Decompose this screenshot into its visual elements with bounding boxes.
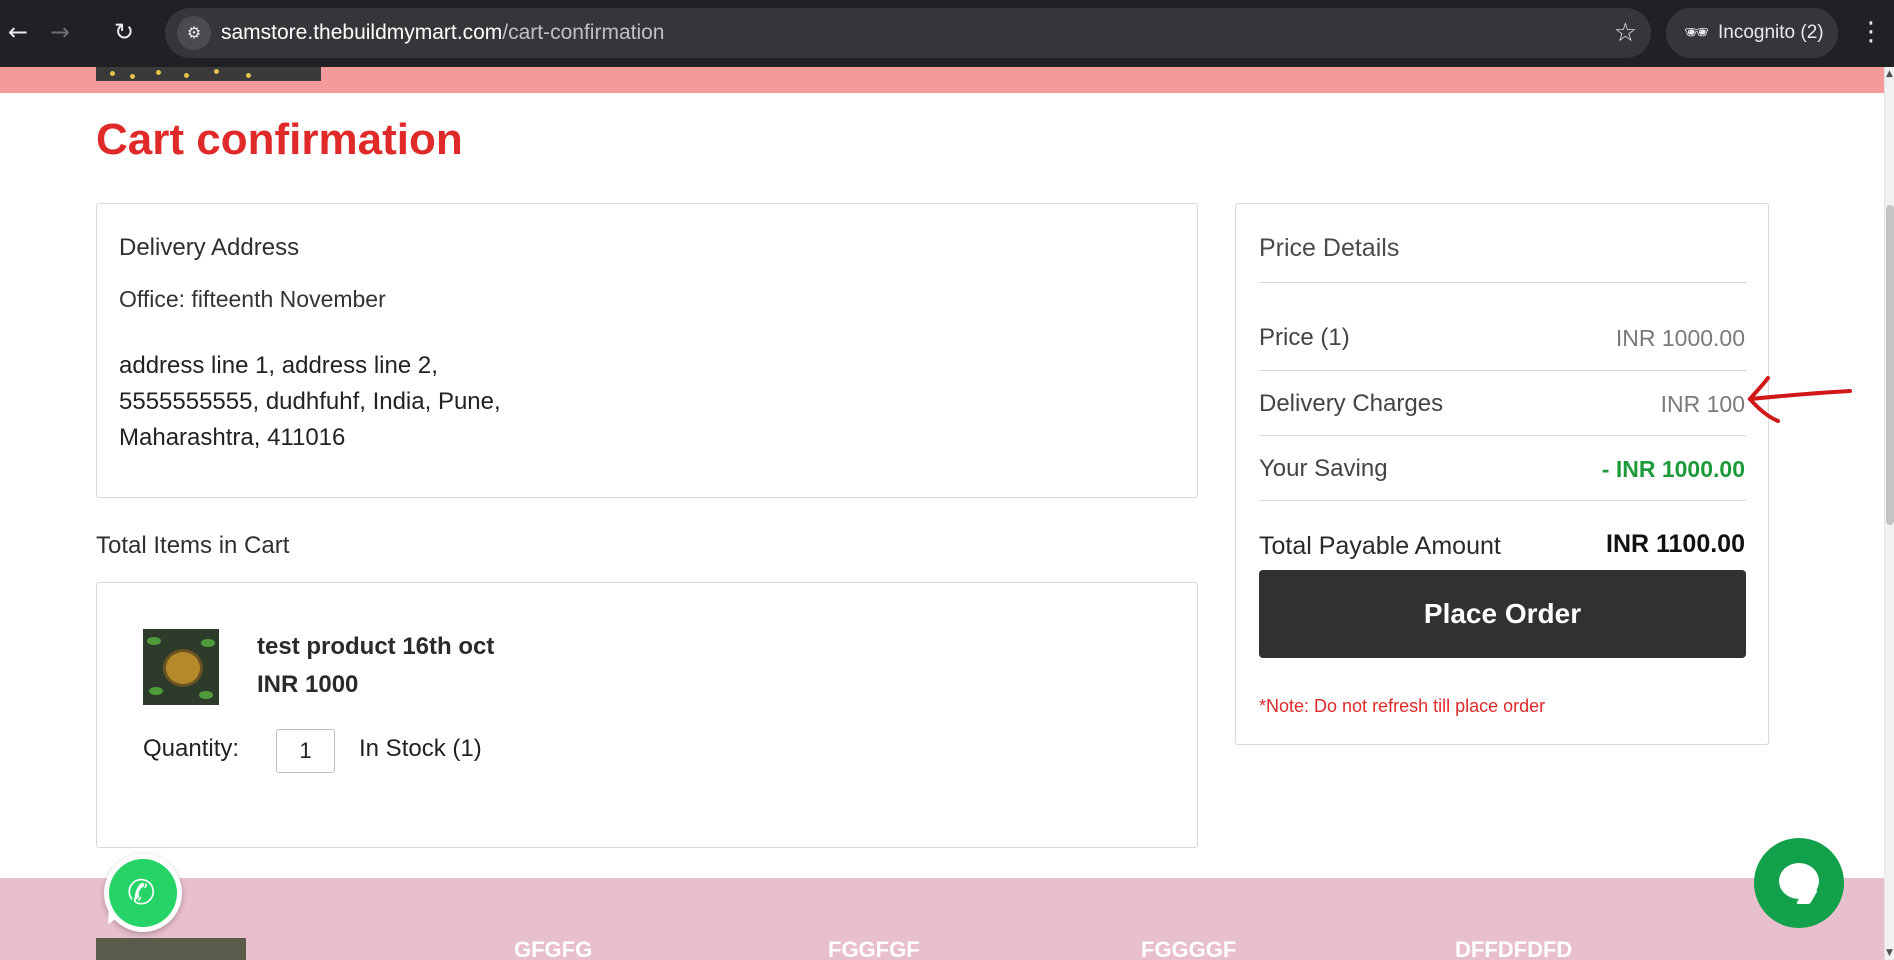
delivery-address-card: Delivery Address Office: fifteenth Novem… <box>96 203 1198 498</box>
address-bar[interactable]: ⚙ samstore.thebuildmymart.com/cart-confi… <box>165 8 1651 58</box>
browser-toolbar: ← → ↻ ⚙ samstore.thebuildmymart.com/cart… <box>0 0 1894 67</box>
product-price: INR 1000 <box>257 671 359 698</box>
incognito-icon: 🕶 <box>1684 22 1710 44</box>
address-line-2: 5555555555, dudhfuhf, India, Pune, <box>119 388 501 415</box>
place-order-button[interactable]: Place Order <box>1259 570 1746 658</box>
incognito-button[interactable]: 🕶 Incognito (2) <box>1666 8 1838 58</box>
scroll-thumb[interactable] <box>1886 205 1894 525</box>
address-line-3: Maharashtra, 411016 <box>119 424 346 451</box>
footer-image <box>96 938 246 960</box>
url-text[interactable]: samstore.thebuildmymart.com/cart-confirm… <box>221 8 664 58</box>
cart-items-heading: Total Items in Cart <box>96 532 290 559</box>
back-icon[interactable]: ← <box>0 14 36 50</box>
delivery-charges-label: Delivery Charges <box>1259 390 1444 417</box>
quantity-field[interactable]: 1 <box>276 729 335 773</box>
delivery-address-heading: Delivery Address <box>119 234 300 261</box>
footer-column-heading: GFGFG <box>514 937 593 960</box>
footer-column-heading: DFFDFDFD <box>1455 937 1573 960</box>
url-path: /cart-confirmation <box>502 21 665 44</box>
quantity-label: Quantity: <box>143 735 240 762</box>
footer-column-heading: FGGGGF <box>1141 937 1237 960</box>
incognito-label: Incognito (2) <box>1718 22 1824 43</box>
page-scrollbar[interactable]: ▲ ▼ <box>1884 67 1894 960</box>
divider <box>1259 282 1746 283</box>
product-name[interactable]: test product 16th oct <box>257 633 494 661</box>
address-office: Office: fifteenth November <box>119 286 386 312</box>
divider <box>1259 370 1746 371</box>
menu-icon[interactable]: ⋮ <box>1858 14 1884 50</box>
price-label: Price (1) <box>1259 324 1350 351</box>
total-payable-value: INR 1100.00 <box>1606 530 1745 558</box>
product-image[interactable] <box>143 629 219 705</box>
price-details-heading: Price Details <box>1259 234 1400 262</box>
site-info-icon[interactable]: ⚙ <box>177 16 211 50</box>
saving-label: Your Saving <box>1259 455 1388 482</box>
divider <box>1259 500 1746 501</box>
delivery-charges-value: INR 100 <box>1660 391 1745 417</box>
stock-status: In Stock (1) <box>359 735 482 762</box>
whatsapp-icon[interactable]: ✆ <box>100 854 182 932</box>
divider <box>1259 435 1746 436</box>
saving-value: - INR 1000.00 <box>1601 456 1745 482</box>
total-payable-label: Total Payable Amount <box>1259 532 1501 560</box>
address-lines: address line 1, address line 2, 55555555… <box>119 348 639 456</box>
address-line-1: address line 1, address line 2, <box>119 352 438 379</box>
cart-item-card: test product 16th oct INR 1000 Quantity:… <box>96 582 1198 848</box>
forward-icon[interactable]: → <box>42 14 78 50</box>
footer <box>0 878 1884 960</box>
page-content: Cart confirmation Delivery Address Offic… <box>0 67 1884 960</box>
scroll-down-icon[interactable]: ▼ <box>1886 948 1893 958</box>
price-details-card: Price Details Price (1) INR 1000.00 Deli… <box>1235 203 1769 745</box>
annotation-arrow-icon <box>1747 376 1852 423</box>
price-value: INR 1000.00 <box>1615 325 1745 351</box>
scroll-up-icon[interactable]: ▲ <box>1886 69 1893 79</box>
refresh-note: *Note: Do not refresh till place order <box>1259 696 1546 716</box>
page-title: Cart confirmation <box>96 115 463 164</box>
reload-icon[interactable]: ↻ <box>106 14 142 50</box>
chat-icon[interactable] <box>1754 838 1844 928</box>
star-icon[interactable]: ☆ <box>1614 8 1637 58</box>
url-host: samstore.thebuildmymart.com <box>221 21 503 44</box>
header-logo[interactable] <box>96 67 321 81</box>
footer-column-heading: FGGFGF <box>828 937 920 960</box>
